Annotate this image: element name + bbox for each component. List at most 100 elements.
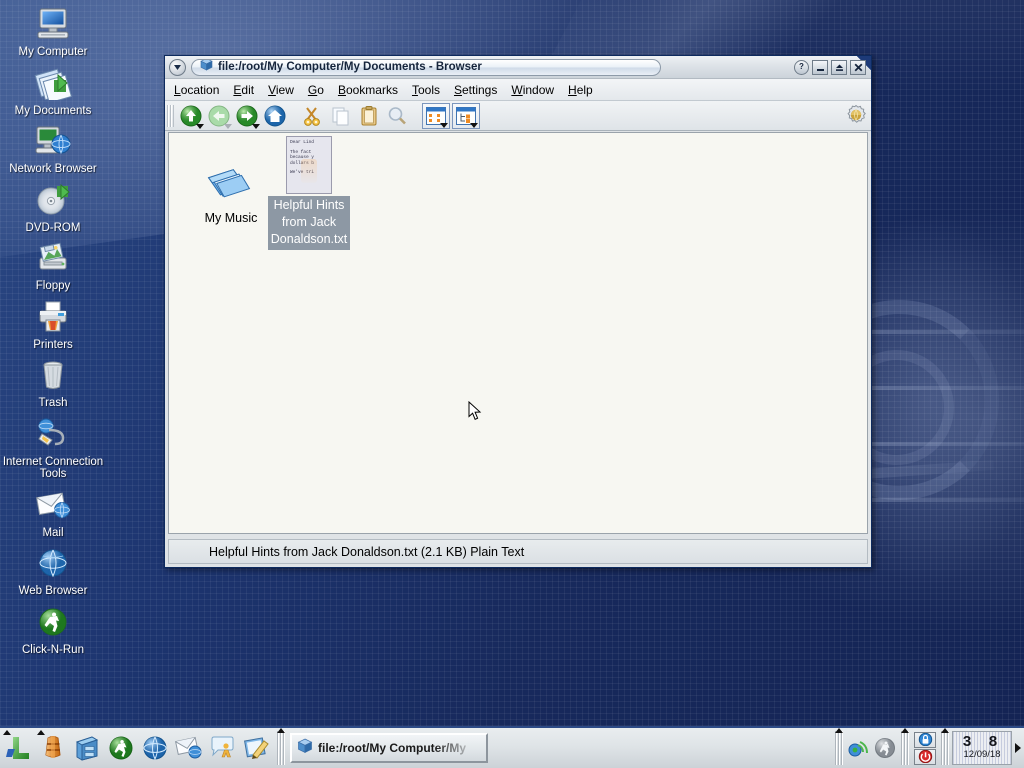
back-button[interactable] [205,103,233,129]
forward-button[interactable] [233,103,261,129]
window-title: file:/root/My Computer/My Documents - Br… [218,61,482,73]
window-toolbar[interactable] [165,101,871,131]
file-cabinet-icon [75,736,99,761]
thumbnail-line: We've tri [290,170,314,176]
menu-view[interactable]: View [261,81,301,99]
forward-dropdown-arrow[interactable] [252,123,260,129]
taskbar[interactable]: file:/root/My Computer/My 3 8 12/09/18 [0,726,1024,768]
desktop-icon-floppy[interactable]: Floppy [0,238,106,293]
text-editor-button[interactable] [240,729,274,767]
menu-location[interactable]: LLocationocation [167,81,226,99]
menu-tools[interactable]: Tools [405,81,447,99]
file-manager-button[interactable] [70,729,104,767]
clock-applet[interactable]: 3 8 12/09/18 [952,731,1012,765]
minimize-button[interactable] [812,59,828,75]
file-item-label-line: Donaldson.txt [270,232,348,246]
find-button[interactable] [383,103,411,129]
life-preserver-button[interactable] [36,729,70,767]
lock-screen-button[interactable] [914,731,936,748]
show-desktop-button[interactable] [2,729,36,767]
menu-go[interactable]: Go [301,81,331,99]
file-item-text-document[interactable]: Dear Lind The fact because y dollars b W… [261,133,357,250]
click-n-run-button[interactable] [104,729,138,767]
statusbar-text: Helpful Hints from Jack Donaldson.txt (2… [209,544,525,559]
klipper-person-icon[interactable] [872,735,898,761]
maximize-icon [835,64,843,71]
menu-edit[interactable]: Edit [226,81,261,99]
home-blue-icon [264,105,286,126]
desktop-icon-printers[interactable]: Printers [0,297,106,352]
desktop-icon-network-browser[interactable]: Network Browser [0,121,106,176]
menu-window[interactable]: Window [504,81,561,99]
desktop-icon-click-n-run[interactable]: Click-N-Run [0,602,106,657]
desktop-icon-label: Internet Connection Tools [2,455,104,481]
session-drag-handle[interactable] [901,728,909,765]
trash-can-icon [0,355,106,395]
desktop-icon-label: My Documents [14,104,92,117]
paste-button[interactable] [355,103,383,129]
globe-icon [143,736,167,761]
menu-settings[interactable]: Settings [447,81,504,99]
task-button-file-browser[interactable]: file:/root/My Computer/My [290,733,488,763]
file-item-label-selected: Helpful Hints from Jack Donaldson.txt [268,196,350,250]
panel-hide-arrow-icon[interactable] [37,730,45,735]
window-menu-button[interactable] [169,58,186,76]
toolbar-drag-handle[interactable] [167,104,174,127]
close-icon [854,63,862,71]
icon-view-dropdown-arrow[interactable] [440,122,448,128]
maximize-button[interactable] [831,59,847,75]
minimize-icon [816,68,824,71]
chat-button[interactable] [206,729,240,767]
up-dropdown-arrow[interactable] [196,123,204,129]
notepad-pencil-icon [244,737,269,759]
up-button[interactable] [177,103,205,129]
tray-expand-button[interactable] [1012,731,1024,765]
menu-help[interactable]: Help [561,81,600,99]
documents-folder-icon [0,63,106,103]
session-buttons [912,731,938,765]
menu-bookmarks[interactable]: Bookmarks [331,81,405,99]
desktop-icon-my-computer[interactable]: My Computer [0,4,106,59]
window-title-pill: file:/root/My Computer/My Documents - Br… [191,58,661,76]
life-preserver-icon [45,736,61,758]
tree-view-button[interactable] [452,102,480,129]
panel-hide-arrow-icon[interactable] [3,730,11,735]
desktop-icon-internet-connection-tools[interactable]: Internet Connection Tools [0,414,106,481]
file-list-view[interactable]: My Music Dear Lind The fact because y do… [168,132,868,534]
copy-button[interactable] [327,103,355,129]
desktop[interactable]: My Computer My Documents Network Browser… [0,0,1024,768]
desktop-icon-mail[interactable]: Mail [0,485,106,540]
clock-drag-handle[interactable] [941,728,949,765]
desktop-icon-trash[interactable]: Trash [0,355,106,410]
tray-icons [846,731,898,765]
tray-drag-handle[interactable] [835,728,843,765]
mail-button[interactable] [172,729,206,767]
window-menubar[interactable]: LLocationocation Edit View Go Bookmarks … [165,79,871,101]
web-browser-button[interactable] [138,729,172,767]
logout-button[interactable] [914,748,936,765]
close-button[interactable] [850,59,866,75]
icon-view-button[interactable] [422,102,450,129]
copy-pages-icon [332,107,349,125]
network-monitor-icon[interactable] [846,735,872,761]
desktop-icon-label: Click-N-Run [22,643,84,656]
home-button[interactable] [261,103,289,129]
desktop-icon-my-documents[interactable]: My Documents [0,63,106,118]
desktop-icon-web-browser[interactable]: Web Browser [0,543,106,598]
back-dropdown-arrow[interactable] [224,123,232,129]
cube-blue-icon [297,738,313,759]
tree-view-dropdown-arrow[interactable] [470,122,478,128]
computer-icon [0,4,106,44]
window-titlebar[interactable]: file:/root/My Computer/My Documents - Br… [165,56,871,79]
window-statusbar: Helpful Hints from Jack Donaldson.txt (2… [168,539,868,564]
cut-button[interactable] [299,103,327,129]
file-browser-window[interactable]: file:/root/My Computer/My Documents - Br… [164,55,872,568]
running-man-green-icon [0,602,106,642]
cube-blue-icon [200,59,213,75]
tasklist-drag-handle[interactable] [277,728,285,765]
task-button-label: file:/root/My Computer/My [318,741,467,755]
desktop-icon-dvd-rom[interactable]: DVD-ROM [0,180,106,235]
help-button[interactable]: ? [794,59,809,75]
desktop-icon-label: Printers [33,338,73,351]
configure-toolbar-button[interactable] [844,103,868,127]
